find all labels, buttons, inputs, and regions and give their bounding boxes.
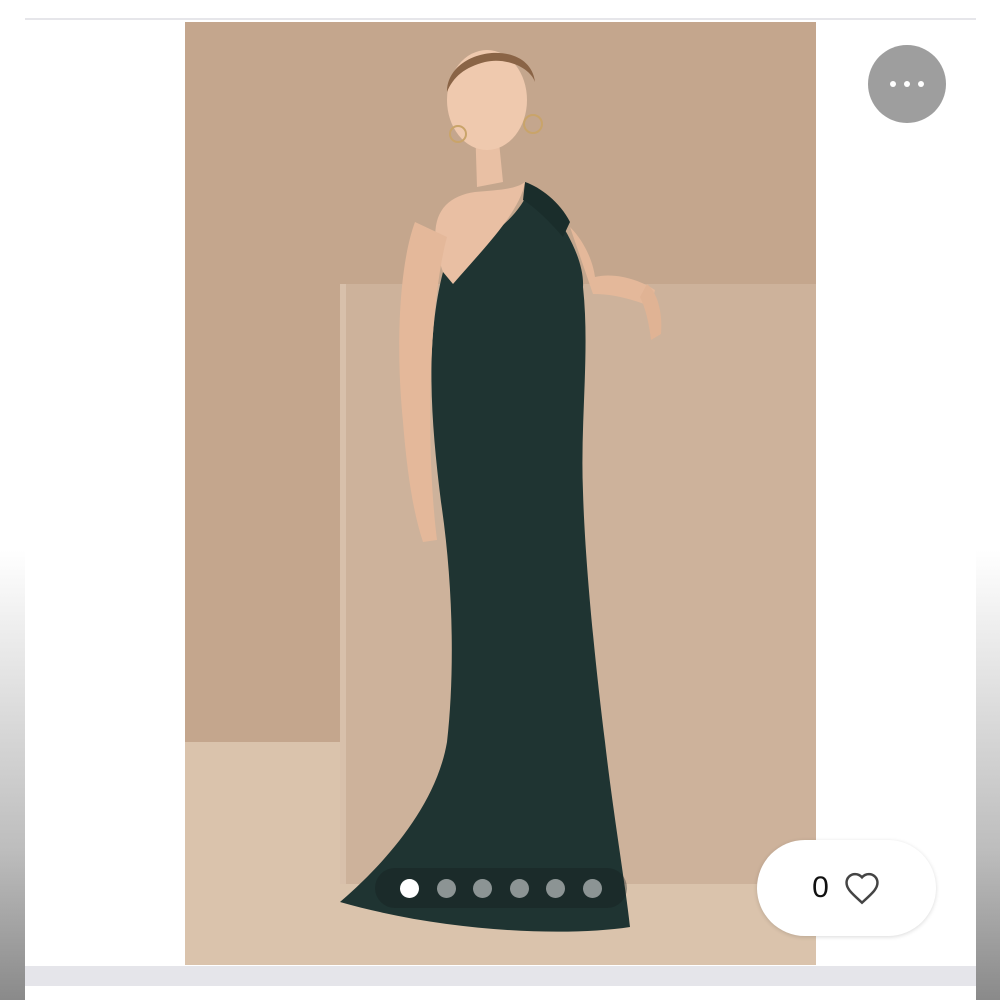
pager-dot-4[interactable]: [509, 878, 529, 898]
pager-dot-1[interactable]: [400, 878, 420, 898]
pager-dot-2[interactable]: [436, 878, 456, 898]
like-button[interactable]: 0: [757, 840, 936, 936]
listing-screen: 0: [25, 0, 976, 1000]
product-photo[interactable]: [185, 22, 816, 965]
pager-dot-3[interactable]: [473, 878, 493, 898]
image-pager: [375, 868, 627, 908]
top-divider: [25, 18, 976, 20]
heart-outline-icon: [845, 872, 879, 905]
product-photo-image: [185, 22, 816, 965]
more-options-button[interactable]: [868, 45, 946, 123]
pager-dot-5[interactable]: [546, 878, 566, 898]
pager-dot-6[interactable]: [582, 878, 602, 898]
like-count: 0: [812, 871, 829, 904]
more-horizontal-icon: [886, 81, 928, 87]
bottom-bar: [25, 966, 976, 986]
